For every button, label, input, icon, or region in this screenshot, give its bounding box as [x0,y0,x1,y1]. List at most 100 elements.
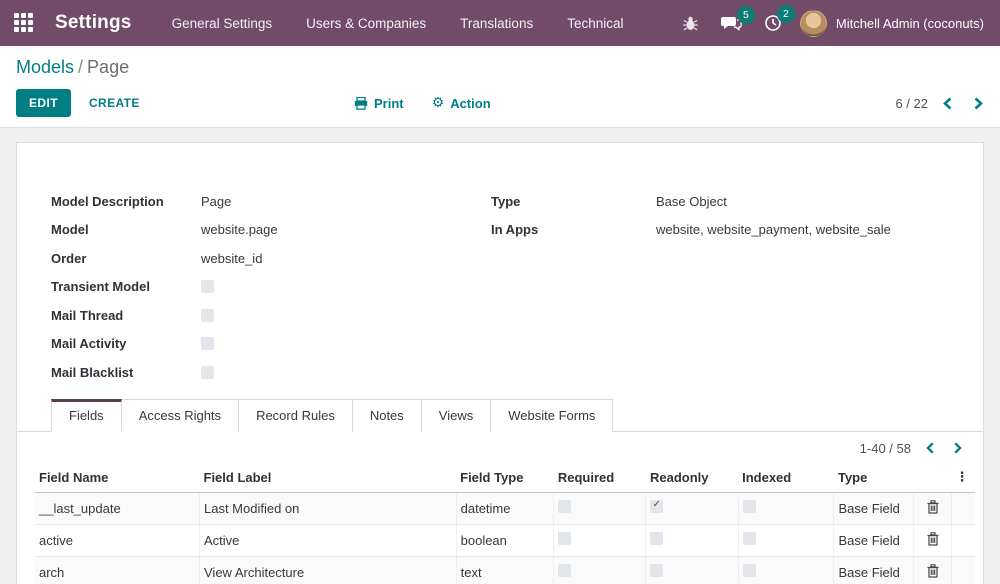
cell-field-label: Last Modified on [200,492,457,524]
col-readonly[interactable]: Readonly [646,464,738,493]
mail-thread-checkbox [201,309,214,322]
menu-technical[interactable]: Technical [567,16,623,31]
messages-icon[interactable]: 5 [721,15,742,32]
record-pager-value[interactable]: 6 / 22 [895,96,928,111]
tab-views[interactable]: Views [422,399,491,432]
cell-field-label: Active [200,524,457,556]
required-checkbox [558,532,571,545]
readonly-checkbox [650,564,663,577]
trash-icon [927,564,939,578]
user-menu[interactable]: Mitchell Admin (coconuts) [800,10,984,37]
systray: 5 2 [682,14,782,32]
form-sheet: Model DescriptionPage Modelwebsite.page … [16,142,984,584]
field-value-in-apps: website, website_payment, website_sale [656,222,891,237]
col-indexed[interactable]: Indexed [738,464,834,493]
field-value-order: website_id [201,251,262,266]
gear-icon: ⚙ [432,96,445,110]
tab-record-rules[interactable]: Record Rules [239,399,353,432]
indexed-checkbox [743,564,756,577]
delete-row-button[interactable] [927,564,939,578]
required-checkbox [558,500,571,513]
breadcrumb: Models/Page [16,57,984,78]
edit-button[interactable]: EDIT [16,89,71,117]
debug-bug-icon[interactable] [682,15,699,32]
activities-badge: 2 [777,5,795,23]
list-pager-next-icon[interactable] [953,442,963,454]
transient-model-checkbox [201,280,214,293]
col-required[interactable]: Required [554,464,646,493]
tab-fields[interactable]: Fields [51,399,122,432]
cell-type: Base Field [834,556,914,584]
notebook-tabs: Fields Access Rights Record Rules Notes … [17,399,983,432]
top-menu: General Settings Users & Companies Trans… [172,16,624,31]
cell-type: Base Field [834,524,914,556]
field-label-type: Type [491,194,656,209]
trash-icon [927,532,939,546]
delete-row-button[interactable] [927,500,939,514]
col-field-label[interactable]: Field Label [200,464,457,493]
field-label-model: Model [51,222,201,237]
col-field-name[interactable]: Field Name [35,464,200,493]
cell-field-name: __last_update [35,492,200,524]
table-row[interactable]: __last_update Last Modified on datetime … [35,492,975,524]
cell-field-type: text [456,556,554,584]
cell-field-label: View Architecture [200,556,457,584]
action-menu[interactable]: ⚙ Action [432,96,491,111]
col-type[interactable]: Type [834,464,914,493]
optional-columns-icon[interactable]: ⋮ [951,464,975,493]
indexed-checkbox [743,532,756,545]
tab-notes[interactable]: Notes [353,399,422,432]
cell-field-type: datetime [456,492,554,524]
messages-badge: 5 [737,6,755,24]
list-pager-value[interactable]: 1-40 / 58 [860,441,911,456]
fields-table: Field Name Field Label Field Type Requir… [35,464,975,584]
menu-translations[interactable]: Translations [460,16,533,31]
readonly-checkbox [650,500,663,513]
tab-access-rights[interactable]: Access Rights [122,399,239,432]
create-button[interactable]: CREATE [89,96,140,110]
pager-previous-icon[interactable] [942,97,953,110]
field-value-type: Base Object [656,194,727,209]
field-label-mail-activity: Mail Activity [51,336,201,351]
breadcrumb-models-link[interactable]: Models [16,57,74,77]
menu-users-companies[interactable]: Users & Companies [306,16,426,31]
field-label-order: Order [51,251,201,266]
app-title[interactable]: Settings [55,12,132,34]
field-label-mail-blacklist: Mail Blacklist [51,365,201,380]
field-value-model: website.page [201,222,278,237]
print-icon [354,97,368,110]
mail-blacklist-checkbox [201,366,214,379]
field-label-model-description: Model Description [51,194,201,209]
table-row[interactable]: arch View Architecture text Base Field [35,556,975,584]
readonly-checkbox [650,532,663,545]
breadcrumb-current: Page [87,57,129,77]
mail-activity-checkbox [201,337,214,350]
field-label-in-apps: In Apps [491,222,656,237]
field-label-transient-model: Transient Model [51,279,201,294]
menu-general-settings[interactable]: General Settings [172,16,273,31]
apps-menu-icon[interactable] [14,13,35,34]
indexed-checkbox [743,500,756,513]
activities-clock-icon[interactable]: 2 [764,14,782,32]
table-header-row: Field Name Field Label Field Type Requir… [35,464,975,493]
field-value-model-description: Page [201,194,231,209]
content-area: Model DescriptionPage Modelwebsite.page … [0,128,1000,584]
print-menu[interactable]: Print [354,96,404,111]
tab-website-forms[interactable]: Website Forms [491,399,613,432]
pager-next-icon[interactable] [973,97,984,110]
breadcrumb-separator: / [78,57,83,77]
field-label-mail-thread: Mail Thread [51,308,201,323]
cell-field-type: boolean [456,524,554,556]
table-row[interactable]: active Active boolean Base Field [35,524,975,556]
trash-icon [927,500,939,514]
cell-type: Base Field [834,492,914,524]
top-navbar: Settings General Settings Users & Compan… [0,0,1000,46]
cell-field-name: active [35,524,200,556]
delete-row-button[interactable] [927,532,939,546]
col-field-type[interactable]: Field Type [456,464,554,493]
avatar [800,10,827,37]
required-checkbox [558,564,571,577]
cell-field-name: arch [35,556,200,584]
list-pager-previous-icon[interactable] [925,442,935,454]
col-delete [914,464,952,493]
